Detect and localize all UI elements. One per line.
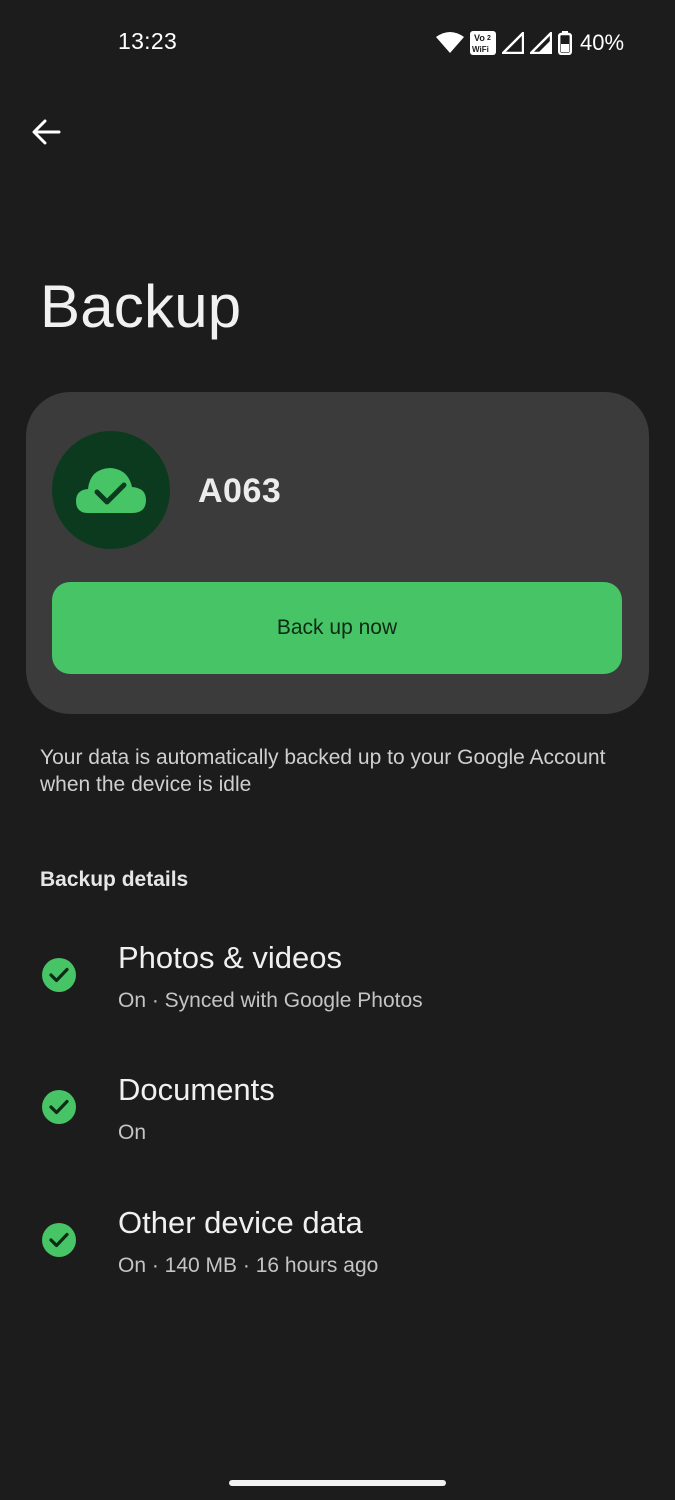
svg-text:Vo: Vo — [474, 33, 485, 43]
detail-subtitle: On — [118, 1121, 147, 1144]
battery-icon — [558, 31, 572, 55]
backup-description: Your data is automatically backed up to … — [40, 746, 606, 796]
status-icons: Vo 2 WiFi 40% — [436, 30, 624, 56]
detail-item-documents[interactable]: Documents On — [0, 1064, 675, 1174]
page-title: Backup — [40, 273, 242, 340]
backup-card: A063 Back up now — [26, 392, 649, 714]
detail-title: Other device data — [118, 1205, 363, 1240]
detail-title: Documents — [118, 1072, 275, 1107]
arrow-left-icon — [32, 119, 61, 145]
vowifi-icon: Vo 2 WiFi — [470, 31, 496, 55]
cloud-avatar — [52, 431, 170, 549]
svg-text:WiFi: WiFi — [472, 45, 489, 54]
detail-item-photos-videos[interactable]: Photos & videos On · Synced with Google … — [0, 932, 675, 1042]
wifi-icon — [436, 32, 464, 53]
detail-item-other-device-data[interactable]: Other device data On · 140 MB · 16 hours… — [0, 1197, 675, 1307]
check-circle-icon — [42, 958, 76, 992]
signal-icon — [530, 32, 552, 54]
device-name: A063 — [198, 472, 282, 510]
back-button[interactable] — [24, 110, 68, 154]
home-indicator[interactable] — [229, 1480, 446, 1486]
signal-icon — [502, 32, 524, 54]
battery-percent: 40% — [580, 30, 625, 55]
check-circle-icon — [42, 1223, 76, 1257]
backup-screen: 13:23 Vo 2 WiFi 40% Backup A063 Back up … — [0, 0, 675, 1500]
detail-title: Photos & videos — [118, 940, 343, 975]
cloud-check-icon — [76, 468, 146, 513]
svg-text:2: 2 — [487, 35, 491, 42]
check-circle-icon — [42, 1090, 76, 1124]
section-title-backup-details: Backup details — [40, 868, 189, 891]
detail-subtitle: On · 140 MB · 16 hours ago — [118, 1254, 379, 1277]
status-time: 13:23 — [118, 28, 178, 54]
detail-subtitle: On · Synced with Google Photos — [118, 989, 423, 1012]
back-up-now-button[interactable]: Back up now — [52, 582, 622, 674]
